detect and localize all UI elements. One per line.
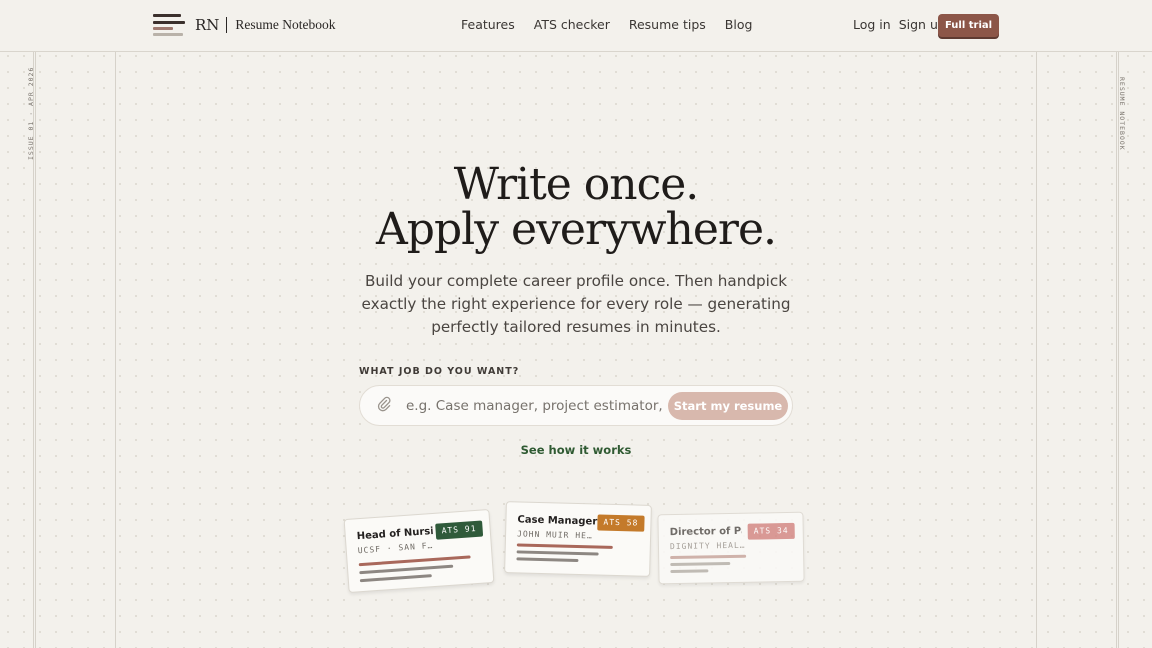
card-bar bbox=[516, 550, 599, 556]
issue-margin-text: ISSUE 01 · APR 2026 bbox=[27, 66, 35, 160]
start-my-resume-button[interactable]: Start my resume bbox=[668, 392, 788, 420]
job-input-label: WHAT JOB DO YOU WANT? bbox=[359, 366, 520, 377]
nav-link-ats-checker[interactable]: ATS checker bbox=[534, 17, 610, 32]
column-line-right bbox=[1036, 52, 1037, 648]
brand-logo[interactable]: RN Resume Notebook bbox=[153, 12, 336, 38]
card-title: Director of Pa… bbox=[669, 525, 742, 539]
headline-line-2: Apply everywhere. bbox=[376, 204, 777, 255]
login-link[interactable]: Log in bbox=[853, 17, 891, 32]
card-subtitle: JOHN MUIR HE… bbox=[516, 529, 593, 541]
ats-score-badge: ATS 34 bbox=[747, 522, 795, 540]
card-bar bbox=[359, 574, 432, 583]
paperclip-icon[interactable] bbox=[377, 396, 391, 416]
card-subtitle: UCSF · SAN F… bbox=[357, 541, 434, 556]
column-line-left bbox=[115, 52, 116, 648]
frame-line-right-inner bbox=[1116, 52, 1117, 648]
card-title: Head of Nursi… bbox=[356, 526, 434, 543]
nav-link-resume-tips[interactable]: Resume tips bbox=[629, 17, 706, 32]
ats-score-badge: ATS 58 bbox=[597, 514, 645, 532]
card-bar bbox=[516, 543, 613, 549]
top-nav: RN Resume Notebook Features ATS checker … bbox=[0, 0, 1152, 52]
job-title-input[interactable] bbox=[406, 396, 662, 416]
brand-name: Resume Notebook bbox=[235, 17, 336, 32]
brand-initials: RN bbox=[195, 17, 228, 33]
nav-links: Features ATS checker Resume tips Blog bbox=[461, 17, 752, 32]
job-search-bar: Start my resume bbox=[359, 385, 793, 426]
card-title: Case Manager bbox=[517, 514, 598, 528]
see-how-it-works-link[interactable]: See how it works bbox=[0, 443, 1152, 457]
card-bar bbox=[359, 564, 454, 575]
brand-margin-text: RESUME NOTEBOOK bbox=[1118, 77, 1126, 151]
card-bar bbox=[516, 557, 579, 563]
resume-card-head-of-nursing: Head of Nursi… UCSF · SAN F… ATS 91 bbox=[343, 508, 495, 594]
resume-card-case-manager: Case Manager JOHN MUIR HE… ATS 58 bbox=[504, 501, 652, 577]
card-subtitle: DIGNITY HEAL… bbox=[669, 540, 746, 552]
card-bar bbox=[670, 569, 709, 574]
card-bar bbox=[670, 562, 731, 567]
resume-card-director: Director of Pa… DIGNITY HEAL… ATS 34 bbox=[657, 511, 805, 585]
full-trial-button[interactable]: Full trial bbox=[938, 14, 999, 37]
logo-stacked-lines-icon bbox=[153, 13, 187, 37]
nav-link-blog[interactable]: Blog bbox=[725, 17, 753, 32]
frame-line-left-inner bbox=[35, 52, 36, 648]
auth-links: Log in Sign up bbox=[853, 17, 946, 32]
hero-subtitle: Build your complete career profile once.… bbox=[361, 272, 791, 336]
ats-score-badge: ATS 91 bbox=[435, 520, 484, 540]
card-bar bbox=[358, 555, 471, 567]
nav-link-features[interactable]: Features bbox=[461, 17, 515, 32]
headline-line-1: Write once. bbox=[453, 159, 700, 210]
card-bar bbox=[670, 554, 747, 560]
